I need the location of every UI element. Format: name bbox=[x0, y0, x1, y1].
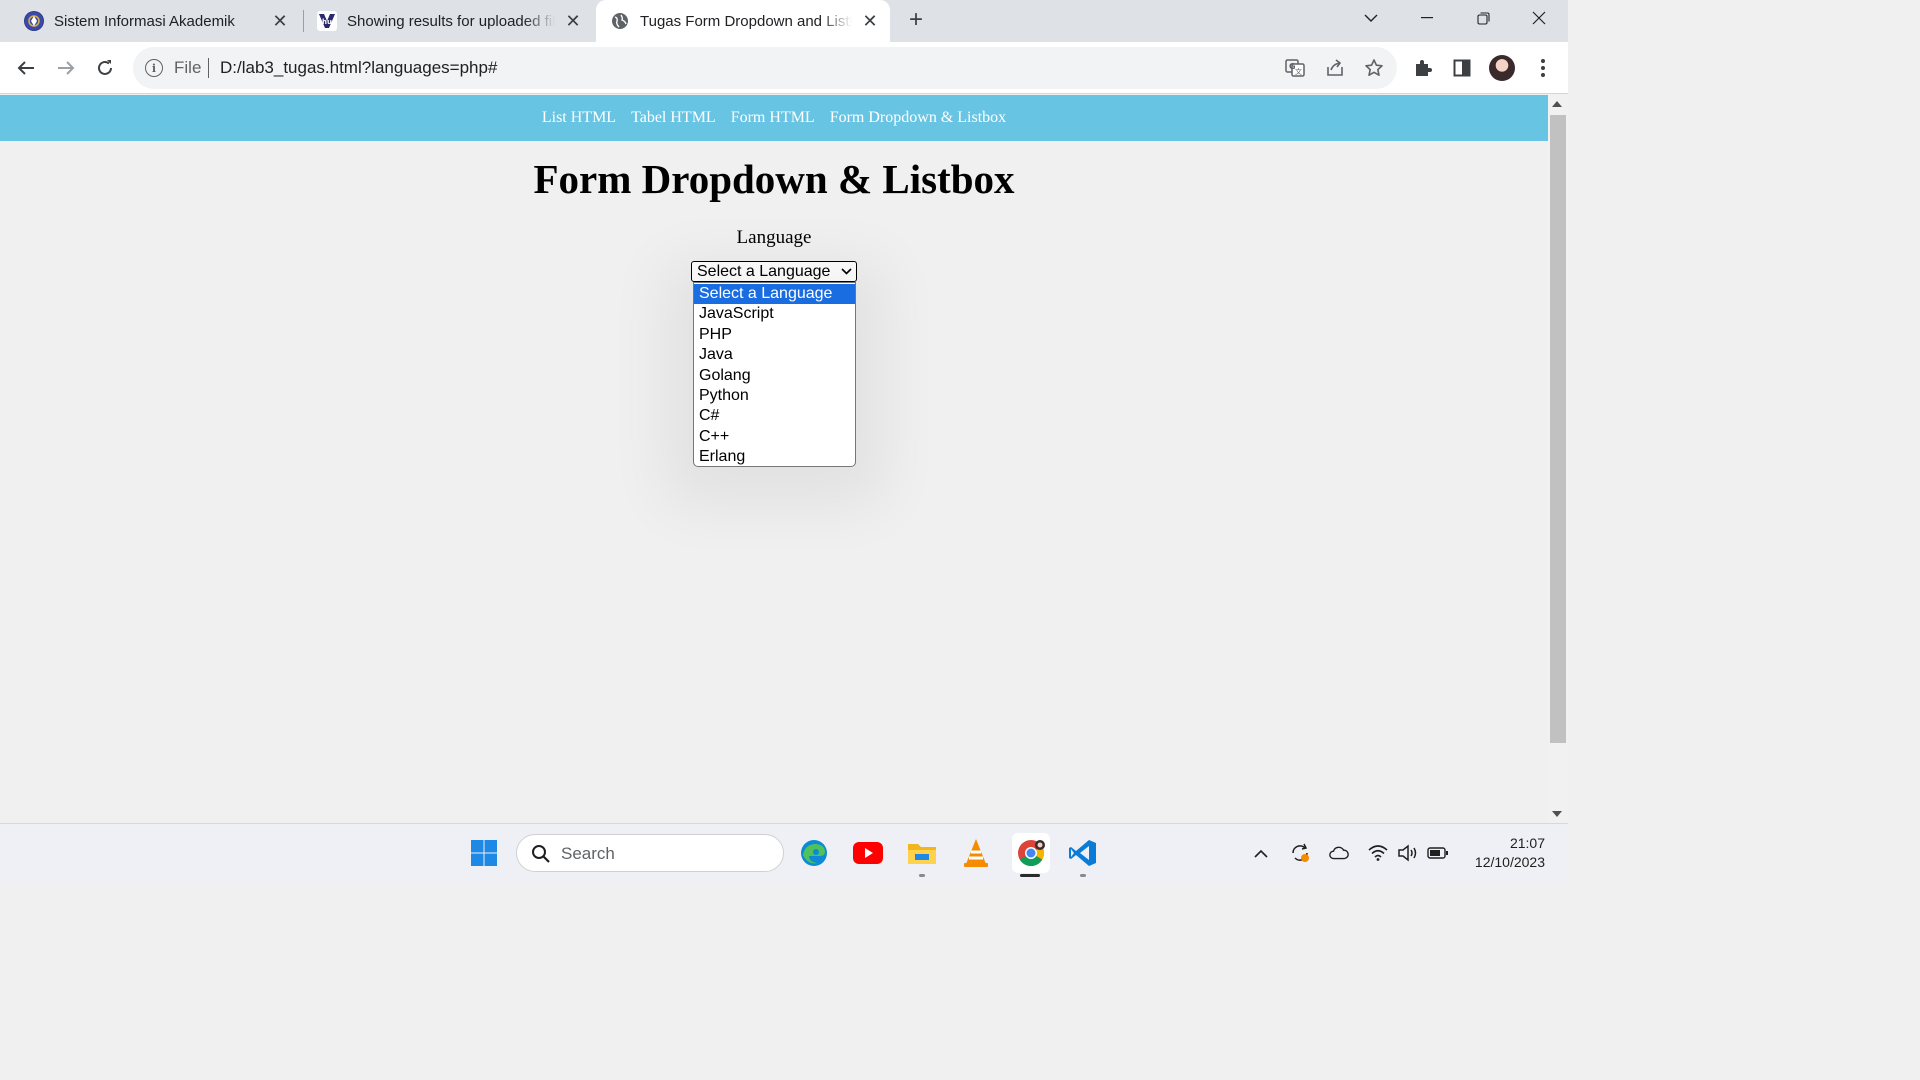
back-button[interactable] bbox=[10, 52, 42, 84]
minimize-button[interactable] bbox=[1399, 0, 1455, 36]
select-value: Select a Language bbox=[697, 263, 831, 280]
running-indicator bbox=[1080, 874, 1086, 877]
tab-strip: Sistem Informasi Akademik ✕ hu Showing r… bbox=[0, 0, 1568, 42]
vertical-scrollbar[interactable] bbox=[1548, 95, 1568, 823]
vscode-icon[interactable] bbox=[1066, 836, 1100, 870]
bookmark-star-icon[interactable] bbox=[1362, 57, 1386, 79]
clock-date: 12/10/2023 bbox=[1474, 854, 1545, 870]
browser-toolbar: i File D:/lab3_tugas.html?languages=php#… bbox=[0, 42, 1568, 94]
active-indicator bbox=[1020, 874, 1040, 877]
option-java[interactable]: Java bbox=[694, 345, 855, 365]
clock-time: 21:07 bbox=[1509, 835, 1545, 851]
hu-logo-icon: hu bbox=[317, 11, 337, 31]
system-clock[interactable]: 21:07 12/10/2023 bbox=[1455, 834, 1545, 872]
option-erlang[interactable]: Erlang bbox=[694, 447, 855, 467]
site-info-icon[interactable]: i bbox=[145, 59, 163, 77]
tab-title: Tugas Form Dropdown and Listbox bbox=[640, 12, 852, 30]
close-tab-icon[interactable]: ✕ bbox=[858, 9, 882, 33]
menu-kebab-icon[interactable] bbox=[1530, 55, 1556, 81]
option-cpp[interactable]: C++ bbox=[694, 427, 855, 447]
search-placeholder: Search bbox=[561, 844, 615, 863]
battery-icon[interactable] bbox=[1427, 842, 1449, 864]
option-csharp[interactable]: C# bbox=[694, 406, 855, 426]
page-viewport: List HTML Tabel HTML Form HTML Form Drop… bbox=[0, 95, 1548, 823]
tab-search-icon[interactable] bbox=[1343, 0, 1399, 36]
nav-link-list-html[interactable]: List HTML bbox=[542, 109, 616, 127]
profile-avatar[interactable] bbox=[1489, 55, 1515, 81]
volume-icon[interactable] bbox=[1397, 842, 1419, 864]
edge-icon[interactable] bbox=[797, 836, 831, 870]
youtube-icon[interactable] bbox=[851, 836, 885, 870]
chevron-up-icon[interactable] bbox=[1250, 842, 1272, 864]
restore-button[interactable] bbox=[1455, 0, 1511, 36]
svg-text:文: 文 bbox=[1295, 67, 1302, 76]
taskbar-search[interactable]: Search bbox=[516, 834, 784, 872]
sync-icon[interactable] bbox=[1289, 842, 1311, 864]
option-python[interactable]: Python bbox=[694, 386, 855, 406]
nav-link-tabel-html[interactable]: Tabel HTML bbox=[631, 109, 716, 127]
running-indicator bbox=[919, 874, 925, 877]
scrollbar-thumb[interactable] bbox=[1550, 115, 1566, 743]
option-php[interactable]: PHP bbox=[694, 325, 855, 345]
forward-button[interactable] bbox=[50, 52, 82, 84]
extensions-icon[interactable] bbox=[1410, 55, 1436, 81]
url-scheme-label: File bbox=[174, 58, 202, 77]
side-panel-icon[interactable] bbox=[1449, 55, 1475, 81]
svg-text:hu: hu bbox=[322, 18, 332, 26]
share-icon[interactable] bbox=[1323, 57, 1347, 79]
tab-tugas-form[interactable]: Tugas Form Dropdown and Listbox ✕ bbox=[596, 0, 890, 42]
page-title: Form Dropdown & Listbox bbox=[533, 156, 1015, 202]
wifi-icon[interactable] bbox=[1367, 842, 1389, 864]
chrome-icon[interactable] bbox=[1012, 833, 1050, 873]
close-tab-icon[interactable]: ✕ bbox=[561, 9, 585, 33]
site-nav: List HTML Tabel HTML Form HTML Form Drop… bbox=[0, 95, 1548, 141]
new-tab-button[interactable]: + bbox=[902, 6, 930, 34]
tab-showing-results[interactable]: hu Showing results for uploaded file ✕ bbox=[293, 0, 593, 42]
address-bar[interactable]: i File D:/lab3_tugas.html?languages=php#… bbox=[133, 47, 1397, 89]
tab-sistem-informasi[interactable]: Sistem Informasi Akademik ✕ bbox=[0, 0, 300, 42]
scroll-down-arrow[interactable] bbox=[1552, 811, 1562, 817]
file-explorer-icon[interactable] bbox=[905, 836, 939, 870]
close-tab-icon[interactable]: ✕ bbox=[268, 9, 292, 33]
reload-button[interactable] bbox=[89, 52, 121, 84]
nav-link-form-html[interactable]: Form HTML bbox=[731, 109, 815, 127]
language-label: Language bbox=[736, 227, 812, 248]
language-dropdown-list: Select a Language JavaScript PHP Java Go… bbox=[693, 282, 856, 467]
tab-title: Sistem Informasi Akademik bbox=[54, 12, 235, 30]
url-text[interactable]: D:/lab3_tugas.html?languages=php# bbox=[220, 58, 497, 78]
nav-link-form-dropdown[interactable]: Form Dropdown & Listbox bbox=[830, 109, 1006, 127]
tab-title: Showing results for uploaded file bbox=[347, 12, 555, 30]
windows-taskbar: Search 21:07 12/10/2023 bbox=[0, 823, 1568, 882]
search-icon bbox=[532, 845, 550, 863]
option-golang[interactable]: Golang bbox=[694, 366, 855, 386]
onedrive-cloud-icon[interactable] bbox=[1328, 842, 1350, 864]
close-window-button[interactable] bbox=[1511, 0, 1567, 36]
vlc-icon[interactable] bbox=[959, 836, 993, 870]
globe-icon bbox=[610, 11, 630, 31]
translate-icon[interactable]: G文 bbox=[1283, 57, 1307, 79]
option-javascript[interactable]: JavaScript bbox=[694, 304, 855, 324]
scroll-up-arrow[interactable] bbox=[1552, 101, 1562, 107]
url-divider bbox=[208, 58, 209, 78]
windows-start-icon[interactable] bbox=[467, 836, 501, 870]
chevron-down-icon bbox=[841, 268, 852, 275]
language-select[interactable]: Select a Language bbox=[691, 261, 857, 282]
option-select-a-language[interactable]: Select a Language bbox=[694, 284, 855, 305]
university-logo-icon bbox=[24, 11, 44, 31]
